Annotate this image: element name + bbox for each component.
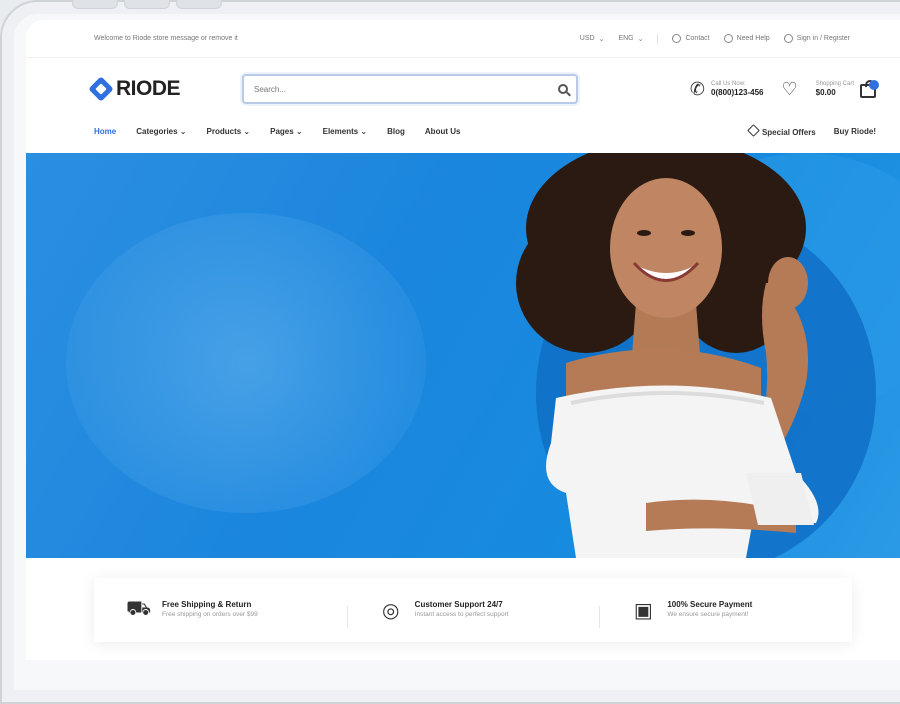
contact-link[interactable]: Contact [672, 34, 710, 43]
frame-tab [124, 0, 170, 9]
chevron-down-icon: ⌄ [598, 35, 605, 43]
feature-text: 100% Secure Payment We ensure secure pay… [667, 600, 752, 620]
phone-icon: ✆ [689, 78, 706, 99]
cart-badge [869, 80, 879, 90]
search-input[interactable] [252, 83, 536, 95]
cart-label: Shopping Cart [815, 80, 854, 87]
feature-title: 100% Secure Payment [667, 600, 753, 610]
nav-right: Special Offers Buy Riode! [747, 123, 876, 137]
feature-title: Customer Support 24/7 [414, 600, 503, 610]
help-link[interactable]: Need Help [723, 34, 770, 43]
call-us-text: Call Us Now: 0(800)123-456 [711, 81, 763, 98]
feature-shipping: ⛟ Free Shipping & Return Free shipping o… [94, 598, 347, 623]
cart-total: $0.00 [815, 87, 836, 97]
feature-subtitle: Instant access to perfect support [414, 611, 509, 619]
feature-support: ◎ Customer Support 24/7 Instant access t… [346, 598, 600, 628]
help-label: Need Help [736, 35, 770, 42]
main-nav: Home Categories ⌄ Products ⌄ Pages ⌄ Ele… [26, 120, 900, 142]
feature-text: Customer Support 24/7 Instant access to … [415, 600, 509, 620]
call-us[interactable]: ✆ Call Us Now: 0(800)123-456 [690, 79, 764, 100]
search-icon[interactable] [558, 84, 568, 94]
signin-label: Sign in / Register [796, 35, 850, 42]
logo[interactable]: RIODE [88, 76, 242, 102]
nav-item-products[interactable]: Products ⌄ [207, 127, 251, 136]
call-number: 0(800)123-456 [711, 87, 764, 97]
nav-item-about[interactable]: About Us [425, 127, 461, 136]
user-icon [783, 34, 793, 43]
nav-item-categories[interactable]: Categories ⌄ [136, 127, 186, 136]
buy-link[interactable]: Buy Riode! [834, 127, 876, 136]
tag-icon [747, 123, 760, 137]
call-label: Call Us Now: [711, 80, 746, 87]
frame-tab [176, 0, 222, 9]
contact-label: Contact [685, 35, 710, 42]
support-icon: ◎ [381, 599, 400, 622]
feature-subtitle: Free shipping on orders over $99 [162, 611, 258, 619]
nav-links: Home Categories ⌄ Products ⌄ Pages ⌄ Ele… [94, 127, 460, 136]
special-offers-label: Special Offers [761, 127, 816, 137]
language-label: ENG [618, 35, 634, 42]
nav-item-blog[interactable]: Blog [387, 127, 405, 136]
feature-payment: ▣ 100% Secure Payment We ensure secure p… [599, 598, 852, 628]
hero-banner[interactable] [26, 153, 900, 558]
search-bar [242, 74, 578, 104]
main-header: RIODE ✆ Call Us Now: 0(800)123-456 ♡ Sho… [26, 64, 900, 114]
nav-item-elements[interactable]: Elements ⌄ [323, 127, 368, 136]
nav-item-home[interactable]: Home [94, 127, 116, 136]
divider [657, 33, 659, 44]
payment-icon: ▣ [633, 599, 653, 622]
info-icon [723, 34, 733, 43]
cart[interactable]: Shopping Cart $0.00 [816, 80, 879, 98]
feature-title: Free Shipping & Return [162, 600, 252, 610]
header-actions: ✆ Call Us Now: 0(800)123-456 ♡ Shopping … [690, 79, 879, 100]
language-select[interactable]: ENG ⌄ [618, 35, 643, 43]
hero-glow [66, 213, 426, 513]
top-bar: Welcome to Riode store message or remove… [26, 20, 900, 58]
frame-tab [72, 0, 118, 9]
currency-label: USD [579, 35, 595, 42]
location-icon [672, 34, 682, 43]
special-offers-link[interactable]: Special Offers [747, 123, 816, 137]
wishlist-heart-icon[interactable]: ♡ [782, 79, 798, 100]
website-screen: Welcome to Riode store message or remove… [26, 20, 900, 660]
top-bar-right: USD ⌄ ENG ⌄ Contact Need Help Sign in / Re… [580, 33, 850, 44]
features-strip: ⛟ Free Shipping & Return Free shipping o… [94, 578, 852, 642]
feature-subtitle: We ensure secure payment! [667, 611, 749, 619]
hero-model-image [516, 153, 819, 558]
currency-select[interactable]: USD ⌄ [580, 35, 605, 43]
nav-item-pages[interactable]: Pages ⌄ [270, 127, 303, 136]
logo-text: RIODE [116, 77, 181, 100]
shopping-bag-icon [860, 80, 879, 98]
logo-mark-icon [88, 76, 114, 102]
signin-link[interactable]: Sign in / Register [783, 34, 850, 43]
chevron-down-icon: ⌄ [637, 35, 644, 43]
truck-icon: ⛟ [126, 597, 152, 620]
welcome-message: Welcome to Riode store message or remove… [94, 35, 238, 42]
cart-text: Shopping Cart $0.00 [816, 81, 854, 98]
frame-tabs [72, 0, 222, 10]
feature-text: Free Shipping & Return Free shipping on … [162, 600, 258, 620]
